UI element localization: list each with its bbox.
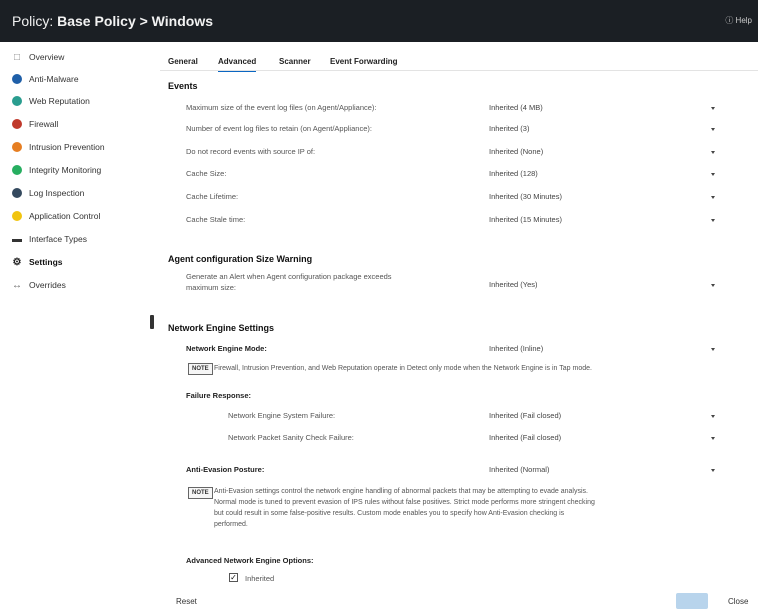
sidebar-item-integrity-monitoring[interactable]: Integrity Monitoring [12, 163, 101, 177]
title-bar: Policy: Base Policy > Windows ⓘ Help [0, 0, 758, 42]
firewall-icon [12, 119, 22, 129]
sanity-check-failure-select[interactable]: Inherited (Fail closed) [489, 433, 561, 442]
agent-config-label: Generate an Alert when Agent configurati… [186, 272, 392, 281]
agent-config-heading: Agent configuration Size Warning [168, 254, 313, 264]
help-link[interactable]: ⓘ Help [725, 15, 752, 26]
events-row-select[interactable]: Inherited (128) [489, 169, 538, 178]
chevron-down-icon[interactable] [711, 128, 715, 131]
events-row-select[interactable]: Inherited (3) [489, 124, 529, 133]
events-heading: Events [168, 81, 198, 91]
chevron-down-icon[interactable] [711, 437, 715, 440]
gear-icon: ⚙ [12, 256, 22, 268]
note-badge: NOTE [188, 487, 213, 499]
events-row-label: Do not record events with source IP of: [186, 147, 316, 156]
sidebar-item-settings[interactable]: ⚙ Settings [12, 255, 63, 269]
application-control-icon [12, 211, 22, 221]
sidebar-item-label: Anti-Malware [29, 74, 79, 84]
tab-event-forwarding[interactable]: Event Forwarding [330, 57, 398, 66]
inherited-checkbox-label: Inherited [245, 574, 275, 583]
chevron-down-icon[interactable] [711, 284, 715, 287]
sidebar-item-intrusion-prevention[interactable]: Intrusion Prevention [12, 140, 105, 154]
events-row-label: Maximum size of the event log files (on … [186, 103, 377, 112]
sidebar-item-label: Web Reputation [29, 96, 90, 106]
log-inspection-icon [12, 188, 22, 198]
chevron-down-icon[interactable] [711, 173, 715, 176]
inherited-checkbox[interactable]: ✓ [229, 573, 238, 582]
window-title: Policy: Base Policy > Windows [12, 13, 213, 29]
web-reputation-icon [12, 96, 22, 106]
sidebar-item-application-control[interactable]: Application Control [12, 209, 100, 223]
sidebar-item-interface-types[interactable]: ▬ Interface Types [12, 232, 87, 246]
chevron-down-icon[interactable] [711, 151, 715, 154]
chevron-down-icon[interactable] [711, 196, 715, 199]
system-failure-label: Network Engine System Failure: [228, 411, 336, 420]
sanity-check-failure-label: Network Packet Sanity Check Failure: [228, 433, 354, 442]
intrusion-prevention-icon [12, 142, 22, 152]
overrides-icon: ↔ [12, 279, 22, 291]
sidebar-item-label: Overrides [29, 280, 66, 290]
close-button[interactable]: Close [728, 597, 748, 606]
interface-types-icon: ▬ [12, 233, 22, 245]
events-row-select[interactable]: Inherited (4 MB) [489, 103, 543, 112]
anti-evasion-note: Anti-Evasion settings control the networ… [214, 488, 595, 528]
sidebar-item-overview[interactable]: □ Overview [12, 50, 64, 64]
events-row-label: Cache Lifetime: [186, 192, 239, 201]
failure-response-label: Failure Response: [186, 391, 252, 400]
sidebar-collapse-handle[interactable] [150, 315, 154, 329]
network-engine-heading: Network Engine Settings [168, 323, 275, 333]
sidebar-item-label: Interface Types [29, 234, 87, 244]
system-failure-select[interactable]: Inherited (Fail closed) [489, 411, 561, 420]
network-engine-mode-select[interactable]: Inherited (Inline) [489, 344, 543, 353]
sidebar-item-label: Intrusion Prevention [29, 142, 105, 152]
sidebar-item-label: Log Inspection [29, 188, 85, 198]
events-row-label: Number of event log files to retain (on … [186, 124, 372, 133]
anti-evasion-label: Anti-Evasion Posture: [186, 465, 265, 474]
note-badge: NOTE [188, 363, 213, 375]
chevron-down-icon[interactable] [711, 415, 715, 418]
sidebar-item-log-inspection[interactable]: Log Inspection [12, 186, 84, 200]
network-engine-mode-label: Network Engine Mode: [186, 344, 267, 353]
reset-button[interactable]: Reset [176, 597, 197, 606]
sidebar-item-label: Overview [29, 52, 65, 62]
agent-config-label-cont: maximum size: [186, 283, 237, 292]
anti-evasion-select[interactable]: Inherited (Normal) [489, 465, 549, 474]
integrity-monitoring-icon [12, 165, 22, 175]
advanced-options-label: Advanced Network Engine Options: [186, 556, 314, 565]
sidebar-item-label: Application Control [29, 211, 101, 221]
sidebar-item-web-reputation[interactable]: Web Reputation [12, 94, 90, 108]
anti-malware-icon [12, 74, 22, 84]
sidebar-item-firewall[interactable]: Firewall [12, 117, 58, 131]
network-engine-mode-note: Firewall, Intrusion Prevention, and Web … [214, 365, 592, 372]
chevron-down-icon[interactable] [711, 469, 715, 472]
sidebar-item-label: Integrity Monitoring [29, 165, 102, 175]
sidebar-item-overrides[interactable]: ↔ Overrides [12, 278, 66, 292]
ok-button[interactable] [676, 593, 708, 609]
agent-config-select[interactable]: Inherited (Yes) [489, 280, 538, 289]
sidebar-item-label: Settings [29, 257, 63, 267]
overview-icon: □ [13, 51, 21, 63]
sidebar-item-label: Firewall [29, 119, 59, 129]
events-row-label: Cache Size: [186, 169, 227, 178]
events-row-select[interactable]: Inherited (30 Minutes) [489, 192, 562, 201]
chevron-down-icon[interactable] [711, 107, 715, 110]
tab-scanner[interactable]: Scanner [279, 57, 311, 66]
events-row-select[interactable]: Inherited (None) [489, 147, 543, 156]
chevron-down-icon[interactable] [711, 219, 715, 222]
tab-general[interactable]: General [168, 57, 198, 66]
events-row-select[interactable]: Inherited (15 Minutes) [489, 215, 562, 224]
sidebar-item-anti-malware[interactable]: Anti-Malware [12, 72, 79, 86]
events-row-label: Cache Stale time: [186, 215, 246, 224]
chevron-down-icon[interactable] [711, 348, 715, 351]
tab-divider [160, 70, 758, 71]
